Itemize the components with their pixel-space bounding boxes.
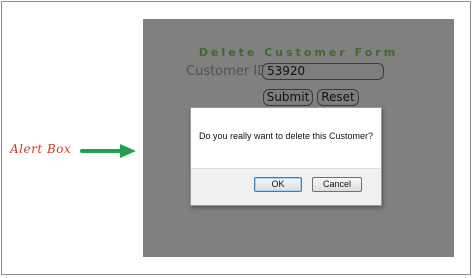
customer-id-input[interactable]: 53920 bbox=[262, 63, 384, 80]
dialog-message: Do you really want to delete this Custom… bbox=[198, 131, 374, 141]
alert-box-annotation-label: Alert Box bbox=[10, 142, 72, 156]
cancel-button[interactable]: Cancel bbox=[312, 177, 362, 192]
submit-button[interactable]: Submit bbox=[263, 89, 313, 106]
arrow-right-icon bbox=[80, 144, 136, 158]
dialog-body: Do you really want to delete this Custom… bbox=[191, 108, 381, 168]
form-title: Delete Customer Form bbox=[198, 46, 399, 59]
dialog-divider bbox=[191, 168, 381, 169]
confirm-dialog: Do you really want to delete this Custom… bbox=[190, 107, 382, 206]
reset-button[interactable]: Reset bbox=[317, 89, 359, 106]
customer-id-label: Customer ID bbox=[186, 64, 268, 79]
ok-button[interactable]: OK bbox=[254, 177, 302, 192]
